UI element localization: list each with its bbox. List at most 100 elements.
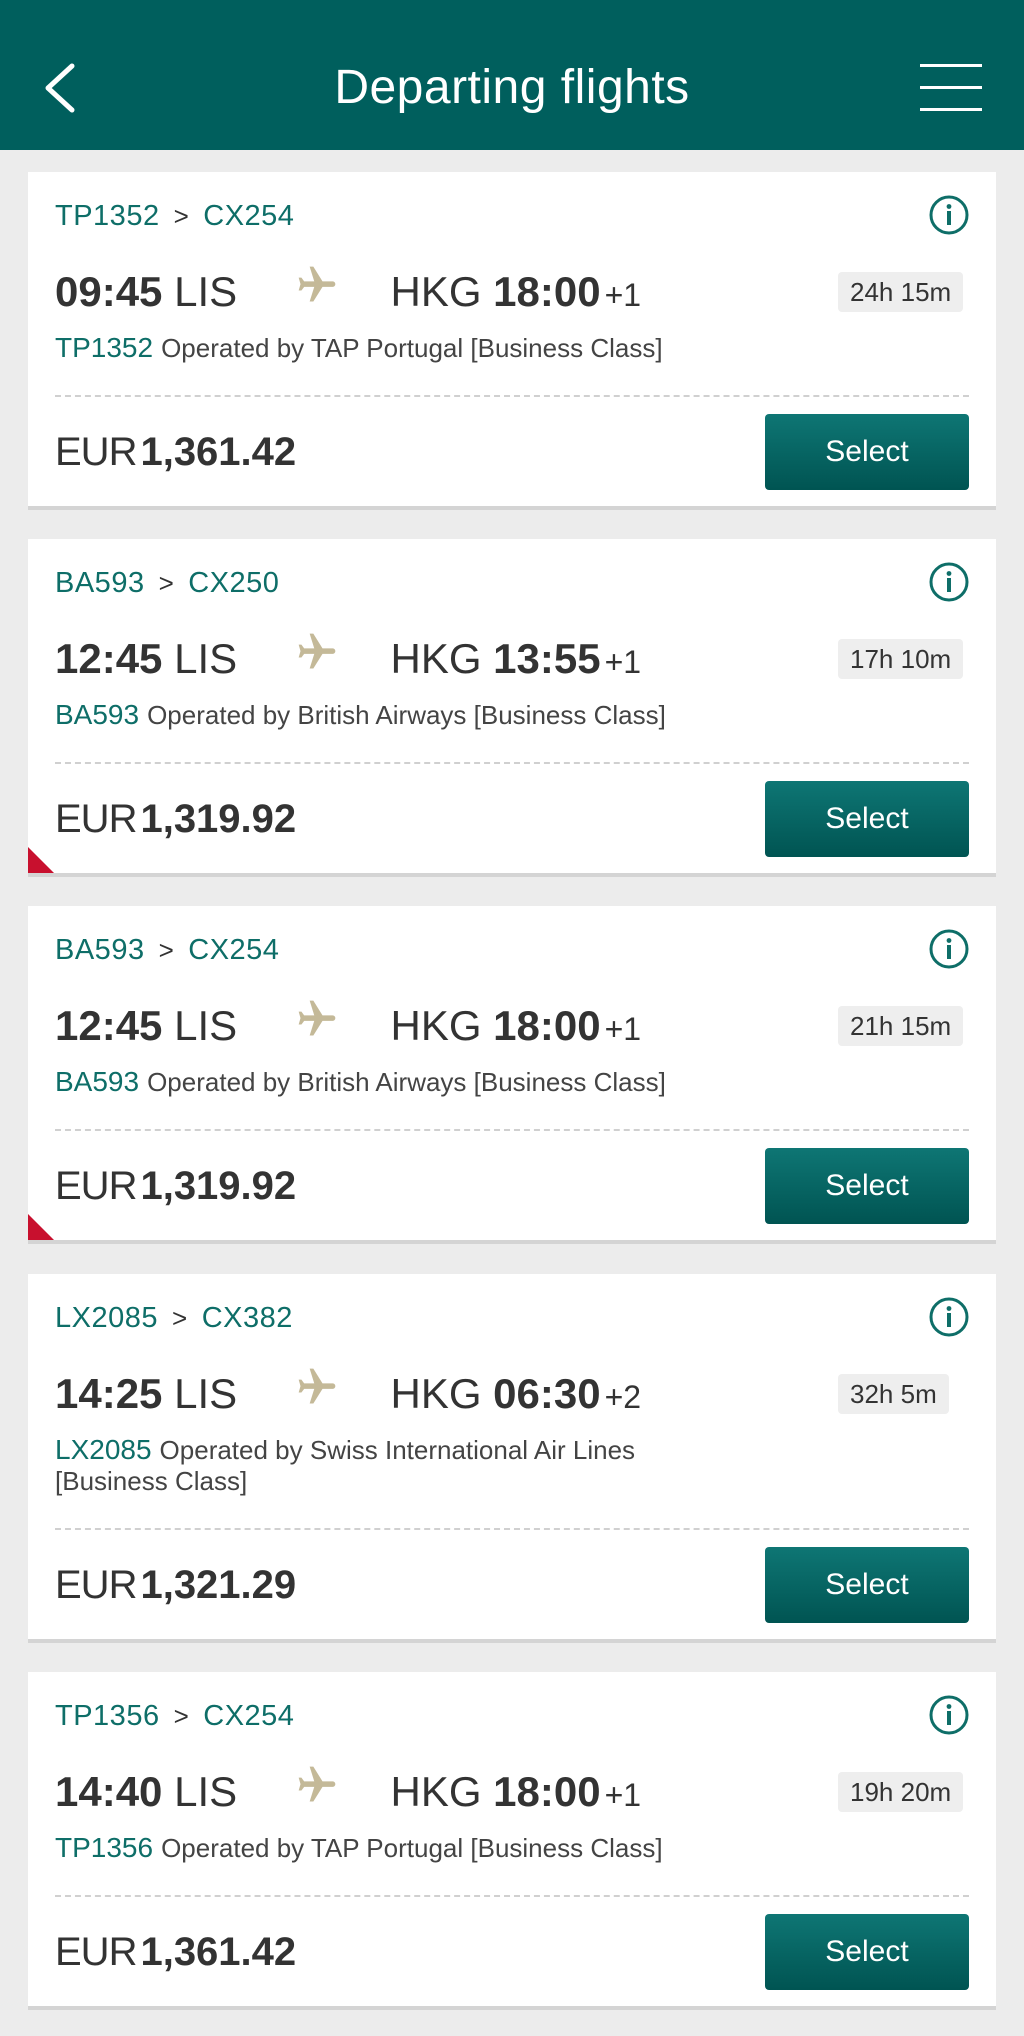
price-currency: EUR xyxy=(55,797,137,841)
operated-by-text: Operated by British Airways [Business Cl… xyxy=(147,1067,666,1097)
route-to: CX254 xyxy=(203,1700,295,1732)
operated-by: TP1352 Operated by TAP Portugal [Business… xyxy=(55,332,755,364)
departure-time: 14:25 xyxy=(55,1370,163,1417)
price-currency: EUR xyxy=(55,1930,137,1974)
dashed-divider xyxy=(55,1129,969,1131)
corner-flag-icon xyxy=(28,847,54,873)
departure-time: 14:40 xyxy=(55,1768,163,1815)
departure-airport: LIS xyxy=(174,1370,238,1417)
operated-by: BA593 Operated by British Airways [Busine… xyxy=(55,699,755,731)
airplane-icon xyxy=(295,997,339,1053)
info-icon[interactable] xyxy=(928,194,970,236)
price: EUR 1,361.42 xyxy=(55,426,296,478)
airplane-icon xyxy=(295,630,339,686)
route-separator: > xyxy=(173,201,190,231)
select-button[interactable]: Select xyxy=(765,1914,969,1990)
corner-flag-icon xyxy=(28,1214,54,1240)
operated-by-text: Operated by British Airways [Business Cl… xyxy=(147,700,666,730)
dashed-divider xyxy=(55,1528,969,1530)
route-flight-numbers: BA593 > CX250 xyxy=(55,565,279,601)
flight-card: BA593 > CX254 12:45 LIS HKG 18:00 +1 21h 15… xyxy=(28,906,996,1240)
arrival-time: 18:00 xyxy=(493,268,601,315)
airplane-icon xyxy=(295,1365,339,1421)
day-offset: +1 xyxy=(604,644,642,680)
departure-time: 09:45 xyxy=(55,268,163,315)
price-currency: EUR xyxy=(55,1164,137,1208)
route-from: TP1352 xyxy=(55,200,160,232)
flight-times: 14:25 LIS HKG 06:30 +2 xyxy=(55,1368,641,1420)
route-separator: > xyxy=(158,935,175,965)
operating-flight-number: BA593 xyxy=(55,1066,140,1097)
operated-by: TP1356 Operated by TAP Portugal [Business… xyxy=(55,1832,755,1864)
route-flight-numbers: BA593 > CX254 xyxy=(55,932,279,968)
route-from: TP1356 xyxy=(55,1700,160,1732)
operated-by: LX2085 Operated by Swiss International Ai… xyxy=(55,1434,695,1497)
arrival-airport: HKG xyxy=(390,268,482,315)
departure-time: 12:45 xyxy=(55,1002,163,1049)
dashed-divider xyxy=(55,762,969,764)
flight-times: 09:45 LIS HKG 18:00 +1 xyxy=(55,266,641,318)
hamburger-menu-icon[interactable] xyxy=(920,62,984,114)
route-to: CX254 xyxy=(203,200,295,232)
route-separator: > xyxy=(172,1303,188,1333)
price-amount: 1,319.92 xyxy=(140,1164,297,1208)
info-icon[interactable] xyxy=(928,928,970,970)
arrival-time: 18:00 xyxy=(493,1768,601,1815)
departure-time: 12:45 xyxy=(55,635,163,682)
route-flight-numbers: LX2085 > CX382 xyxy=(55,1300,293,1336)
operated-by-text: Operated by TAP Portugal [Business Class… xyxy=(161,1833,663,1863)
arrival-time: 13:55 xyxy=(493,635,601,682)
operating-flight-number: TP1356 xyxy=(55,1832,154,1863)
info-icon[interactable] xyxy=(928,1694,970,1736)
info-icon[interactable] xyxy=(928,561,970,603)
page-title: Departing flights xyxy=(334,61,690,114)
price-amount: 1,321.29 xyxy=(140,1563,297,1607)
arrival-airport: HKG xyxy=(390,1370,482,1417)
app-header: Departing flights xyxy=(0,0,1024,150)
day-offset: +1 xyxy=(604,277,642,313)
price-amount: 1,319.92 xyxy=(140,797,297,841)
select-button[interactable]: Select xyxy=(765,1547,969,1623)
price-currency: EUR xyxy=(55,1563,137,1607)
flight-times: 12:45 LIS HKG 18:00 +1 xyxy=(55,1000,641,1052)
price: EUR 1,361.42 xyxy=(55,1926,296,1978)
price: EUR 1,319.92 xyxy=(55,793,296,845)
route-separator: > xyxy=(158,568,175,598)
route-to: CX382 xyxy=(201,1302,293,1334)
route-flight-numbers: TP1352 > CX254 xyxy=(55,198,294,234)
dashed-divider xyxy=(55,395,969,397)
operating-flight-number: BA593 xyxy=(55,699,140,730)
select-button[interactable]: Select xyxy=(765,414,969,490)
duration-badge: 19h 20m xyxy=(838,1772,964,1812)
operated-by-text: Operated by TAP Portugal [Business Class… xyxy=(161,333,663,363)
select-button[interactable]: Select xyxy=(765,1148,969,1224)
operated-by: BA593 Operated by British Airways [Busine… xyxy=(55,1066,755,1098)
price: EUR 1,321.29 xyxy=(55,1559,296,1611)
route-from: BA593 xyxy=(55,934,145,966)
price: EUR 1,319.92 xyxy=(55,1160,296,1212)
dashed-divider xyxy=(55,1895,969,1897)
price-amount: 1,361.42 xyxy=(140,1930,297,1974)
route-from: BA593 xyxy=(55,567,145,599)
route-from: LX2085 xyxy=(55,1302,158,1334)
flight-card: TP1352 > CX254 09:45 LIS HKG 18:00 +1 24h 1… xyxy=(28,172,996,506)
flight-card: BA593 > CX250 12:45 LIS HKG 13:55 +1 17h 10… xyxy=(28,539,996,873)
duration-badge: 21h 15m xyxy=(838,1006,964,1046)
route-to: CX250 xyxy=(188,567,280,599)
operating-flight-number: LX2085 xyxy=(55,1434,152,1465)
airplane-icon xyxy=(295,1763,339,1819)
airplane-icon xyxy=(295,263,339,319)
flight-times: 12:45 LIS HKG 13:55 +1 xyxy=(55,633,641,685)
arrival-airport: HKG xyxy=(390,635,482,682)
info-icon[interactable] xyxy=(928,1296,970,1338)
route-to: CX254 xyxy=(188,934,280,966)
flight-card: TP1356 > CX254 14:40 LIS HKG 18:00 +1 19h 2… xyxy=(28,1672,996,2006)
operating-flight-number: TP1352 xyxy=(55,332,154,363)
arrival-time: 06:30 xyxy=(493,1370,601,1417)
route-separator: > xyxy=(173,1701,190,1731)
flight-card: LX2085 > CX382 14:25 LIS HKG 06:30 +2 32h 5… xyxy=(28,1274,996,1639)
flight-times: 14:40 LIS HKG 18:00 +1 xyxy=(55,1766,641,1818)
duration-badge: 17h 10m xyxy=(838,639,964,679)
select-button[interactable]: Select xyxy=(765,781,969,857)
price-currency: EUR xyxy=(55,430,137,474)
